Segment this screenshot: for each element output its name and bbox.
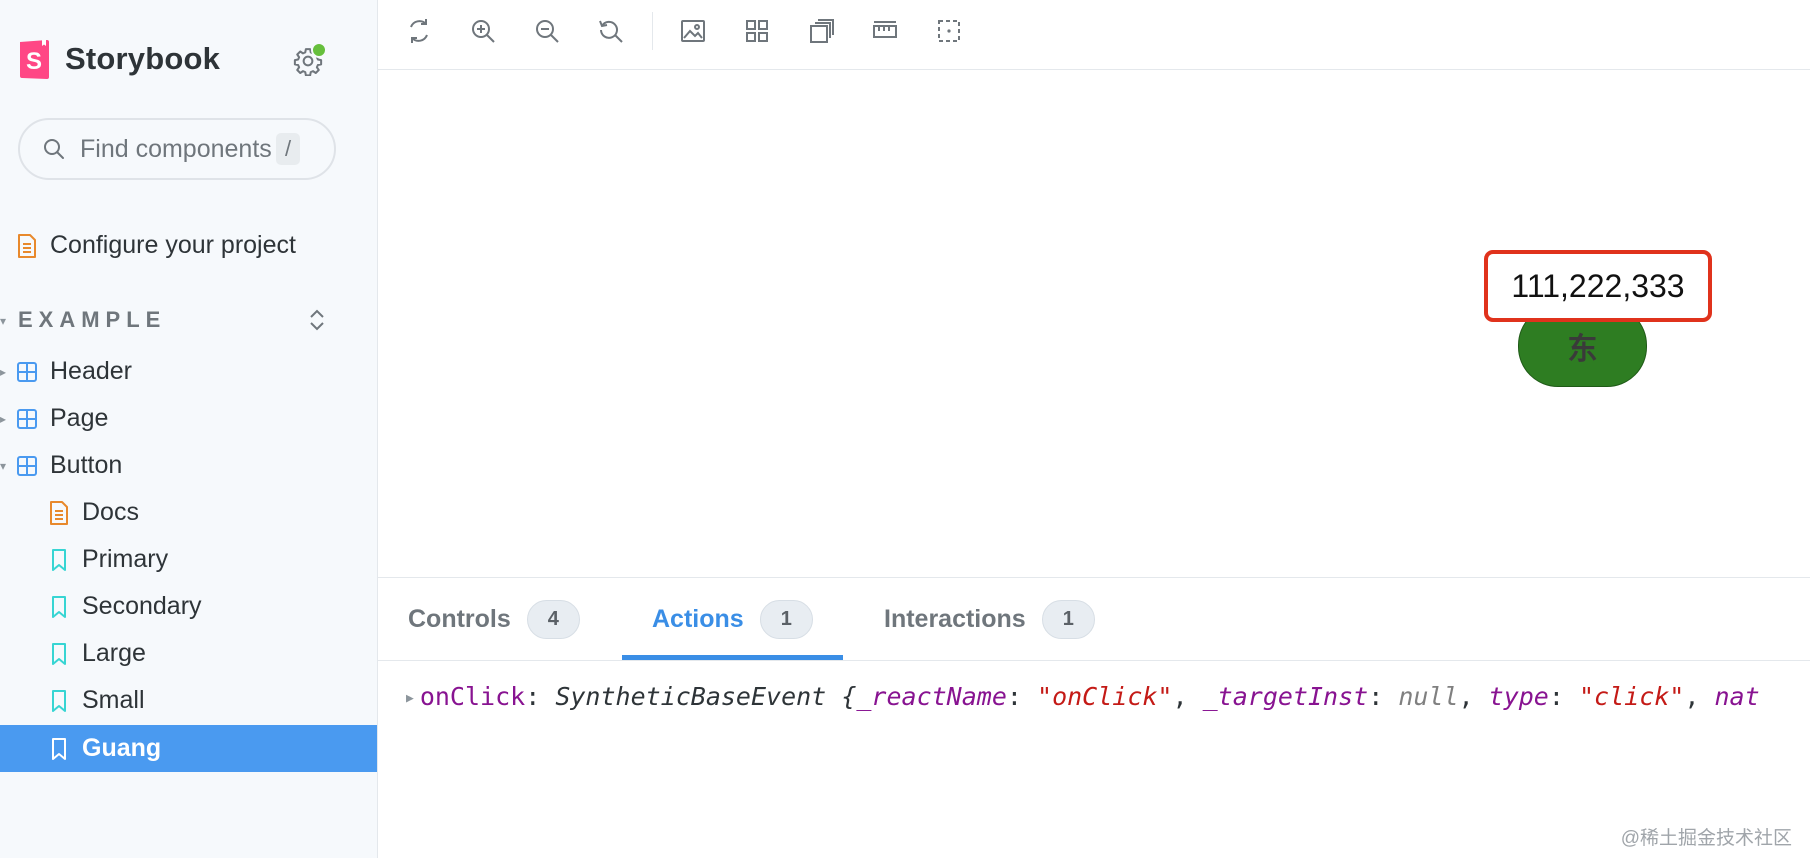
measure-button[interactable] <box>868 14 902 48</box>
event-name: onClick <box>419 682 526 711</box>
bookmark-icon <box>46 688 72 714</box>
outline-icon <box>938 20 960 42</box>
log-open-brace: { <box>841 682 857 711</box>
sidebar-item-small[interactable]: Small <box>0 677 377 724</box>
addons-panel: Controls 4 Actions 1 Interactions 1 ▶ onC… <box>378 577 1810 859</box>
tab-label: Actions <box>652 604 744 633</box>
viewport-button[interactable] <box>804 14 838 48</box>
section-caret-icon: ▾ <box>0 314 7 328</box>
zoom-out-icon <box>536 20 559 43</box>
component-icon <box>14 453 40 479</box>
zoom-in-button[interactable] <box>466 14 500 48</box>
grid-button[interactable] <box>740 14 774 48</box>
tab-count-badge: 1 <box>759 599 813 639</box>
log-key: _reactName <box>856 682 1007 711</box>
tab-controls[interactable]: Controls 4 <box>408 578 580 660</box>
action-log-entry[interactable]: ▶ onClick: SyntheticBaseEvent {_reactName… <box>406 682 1760 711</box>
reload-button[interactable] <box>402 14 436 48</box>
search-shortcut-key: / <box>276 133 301 165</box>
notification-dot <box>311 42 327 58</box>
tab-label: Interactions <box>884 604 1026 633</box>
sidebar-section-title[interactable]: EXAMPLE <box>18 307 166 333</box>
sidebar-item-label: Configure your project <box>50 231 296 259</box>
tab-actions[interactable]: Actions 1 <box>622 578 843 660</box>
watermark: @稀土掘金技术社区 <box>1620 828 1792 849</box>
value-display: 111,222,333 <box>1484 250 1712 322</box>
event-class: SyntheticBaseEvent <box>555 682 827 711</box>
component-icon <box>14 359 40 385</box>
preview-toolbar <box>378 0 1810 70</box>
log-key: _targetInst <box>1202 682 1369 711</box>
log-key-truncated: nat <box>1714 682 1760 711</box>
sidebar-item-label: Header <box>50 357 132 385</box>
tab-label: Controls <box>408 604 511 633</box>
bookmark-icon <box>46 641 72 667</box>
chevron-up-down-icon <box>310 309 324 331</box>
ruler-icon <box>873 21 897 38</box>
image-icon <box>681 20 705 42</box>
reset-zoom-button[interactable] <box>594 14 628 48</box>
outline-button[interactable] <box>932 14 966 48</box>
grid-icon <box>746 20 768 42</box>
tab-interactions[interactable]: Interactions 1 <box>884 578 1095 660</box>
toolbar-divider <box>652 12 653 50</box>
sidebar-item-page[interactable]: ▸ Page <box>0 395 377 442</box>
sidebar-item-label: Page <box>50 404 109 432</box>
brand[interactable]: S Storybook <box>18 36 220 82</box>
reset-zoom-icon <box>599 20 623 43</box>
search-input[interactable]: Find components <box>80 135 272 164</box>
sidebar-item-header[interactable]: ▸ Header <box>0 348 377 395</box>
expand-caret-icon: ▸ <box>0 364 7 379</box>
sidebar-item-primary[interactable]: Primary <box>0 536 377 583</box>
zoom-out-button[interactable] <box>530 14 564 48</box>
settings-button[interactable] <box>293 42 327 76</box>
log-key: type <box>1488 682 1549 711</box>
search-icon <box>44 139 64 159</box>
log-colon: : <box>1006 682 1022 711</box>
log-colon: : <box>525 682 541 711</box>
expand-triangle-icon[interactable]: ▶ <box>406 691 414 706</box>
sidebar-item-configure[interactable]: Configure your project <box>0 222 377 269</box>
bookmark-icon <box>46 736 72 762</box>
bookmark-icon <box>46 547 72 573</box>
expand-caret-icon: ▸ <box>0 411 7 426</box>
active-tab-indicator <box>622 655 843 660</box>
reload-icon <box>410 19 428 43</box>
sidebar-item-label: Docs <box>82 498 139 526</box>
svg-text:S: S <box>26 48 42 75</box>
bookmark-icon <box>46 594 72 620</box>
expand-collapse-button[interactable] <box>306 306 328 339</box>
sidebar-item-label: Button <box>50 451 123 479</box>
log-value: null <box>1398 682 1459 711</box>
zoom-in-icon <box>472 20 495 43</box>
log-value: "onClick" <box>1037 682 1173 711</box>
tab-count-badge: 4 <box>526 599 580 639</box>
sidebar-item-label: Large <box>82 639 146 667</box>
background-button[interactable] <box>676 14 710 48</box>
log-colon: : <box>1548 682 1564 711</box>
sidebar-item-label: Secondary <box>82 592 202 620</box>
document-icon <box>14 233 40 259</box>
sidebar-item-guang[interactable]: Guang <box>0 725 377 772</box>
log-value: "click" <box>1579 682 1685 711</box>
tab-count-badge: 1 <box>1041 599 1095 639</box>
log-colon: : <box>1368 682 1384 711</box>
addons-tab-bar: Controls 4 Actions 1 Interactions 1 <box>378 578 1810 661</box>
sidebar-item-label: Small <box>82 686 145 714</box>
sidebar-item-secondary[interactable]: Secondary <box>0 583 377 630</box>
storybook-logo-icon: S <box>20 39 49 79</box>
sidebar: S Storybook Find components / Configure … <box>0 0 378 858</box>
sidebar-item-label: Primary <box>82 545 169 573</box>
search-field[interactable]: Find components / <box>18 118 336 180</box>
sidebar-item-docs[interactable]: Docs <box>0 489 377 536</box>
sidebar-item-button[interactable]: ▾ Button <box>0 442 377 489</box>
app-name: Storybook <box>65 41 221 76</box>
sidebar-item-large[interactable]: Large <box>0 630 377 677</box>
sidebar-item-label: Guang <box>82 734 162 762</box>
component-icon <box>14 406 40 432</box>
docs-icon <box>46 500 72 526</box>
viewport-icon <box>810 19 834 43</box>
collapse-caret-icon: ▾ <box>0 458 7 473</box>
